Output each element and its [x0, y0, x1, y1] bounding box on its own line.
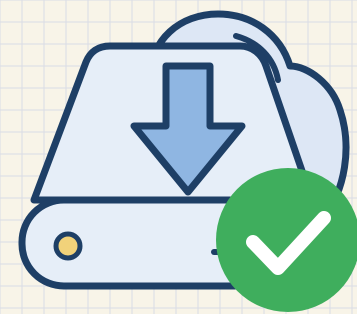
success-badge-circle [216, 168, 357, 312]
led-indicator-icon [53, 231, 83, 261]
cloud-drive-illustration [0, 0, 357, 314]
illustration-canvas [0, 0, 357, 314]
checkmark-badge-icon [216, 168, 357, 312]
